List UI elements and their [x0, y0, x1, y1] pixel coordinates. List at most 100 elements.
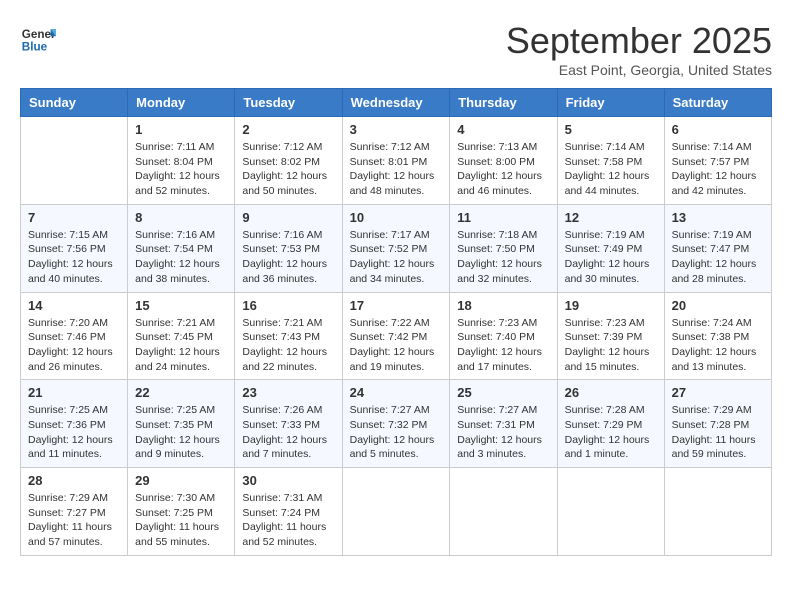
calendar-cell [450, 468, 557, 556]
day-info: Sunrise: 7:18 AM Sunset: 7:50 PM Dayligh… [457, 228, 549, 287]
calendar-week-row: 21 Sunrise: 7:25 AM Sunset: 7:36 PM Dayli… [21, 380, 772, 468]
day-number: 21 [28, 385, 120, 400]
day-number: 24 [350, 385, 443, 400]
day-number: 4 [457, 122, 549, 137]
day-number: 6 [672, 122, 764, 137]
day-number: 18 [457, 298, 549, 313]
day-info: Sunrise: 7:25 AM Sunset: 7:36 PM Dayligh… [28, 403, 120, 462]
day-info: Sunrise: 7:14 AM Sunset: 7:58 PM Dayligh… [565, 140, 657, 199]
day-number: 30 [242, 473, 334, 488]
month-title: September 2025 [506, 20, 772, 62]
day-info: Sunrise: 7:23 AM Sunset: 7:40 PM Dayligh… [457, 316, 549, 375]
day-number: 27 [672, 385, 764, 400]
day-info: Sunrise: 7:19 AM Sunset: 7:47 PM Dayligh… [672, 228, 764, 287]
calendar-week-row: 14 Sunrise: 7:20 AM Sunset: 7:46 PM Dayli… [21, 292, 772, 380]
calendar-cell: 22 Sunrise: 7:25 AM Sunset: 7:35 PM Dayli… [128, 380, 235, 468]
day-number: 14 [28, 298, 120, 313]
day-number: 12 [565, 210, 657, 225]
calendar-header-row: SundayMondayTuesdayWednesdayThursdayFrid… [21, 89, 772, 117]
calendar-cell: 12 Sunrise: 7:19 AM Sunset: 7:49 PM Dayli… [557, 204, 664, 292]
day-info: Sunrise: 7:12 AM Sunset: 8:01 PM Dayligh… [350, 140, 443, 199]
calendar-cell: 3 Sunrise: 7:12 AM Sunset: 8:01 PM Daylig… [342, 117, 450, 205]
day-info: Sunrise: 7:25 AM Sunset: 7:35 PM Dayligh… [135, 403, 227, 462]
calendar-cell: 4 Sunrise: 7:13 AM Sunset: 8:00 PM Daylig… [450, 117, 557, 205]
calendar-cell: 13 Sunrise: 7:19 AM Sunset: 7:47 PM Dayli… [664, 204, 771, 292]
column-header-monday: Monday [128, 89, 235, 117]
day-number: 1 [135, 122, 227, 137]
calendar-cell: 20Sunrise: 7:24 AM Sunset: 7:38 PM Dayli… [664, 292, 771, 380]
day-info: Sunrise: 7:16 AM Sunset: 7:54 PM Dayligh… [135, 228, 227, 287]
day-info: Sunrise: 7:27 AM Sunset: 7:31 PM Dayligh… [457, 403, 549, 462]
day-info: Sunrise: 7:22 AM Sunset: 7:42 PM Dayligh… [350, 316, 443, 375]
day-number: 3 [350, 122, 443, 137]
calendar-cell: 9Sunrise: 7:16 AM Sunset: 7:53 PM Daylig… [235, 204, 342, 292]
column-header-sunday: Sunday [21, 89, 128, 117]
day-number: 8 [135, 210, 227, 225]
calendar-cell: 16 Sunrise: 7:21 AM Sunset: 7:43 PM Dayli… [235, 292, 342, 380]
calendar-cell [21, 117, 128, 205]
calendar-table: SundayMondayTuesdayWednesdayThursdayFrid… [20, 88, 772, 556]
logo: General Blue [20, 20, 56, 56]
title-block: September 2025 East Point, Georgia, Unit… [506, 20, 772, 78]
column-header-tuesday: Tuesday [235, 89, 342, 117]
day-number: 5 [565, 122, 657, 137]
logo-icon: General Blue [20, 20, 56, 56]
day-info: Sunrise: 7:12 AM Sunset: 8:02 PM Dayligh… [242, 140, 334, 199]
calendar-week-row: 28 Sunrise: 7:29 AM Sunset: 7:27 PM Dayli… [21, 468, 772, 556]
day-info: Sunrise: 7:20 AM Sunset: 7:46 PM Dayligh… [28, 316, 120, 375]
day-number: 28 [28, 473, 120, 488]
calendar-cell: 19Sunrise: 7:23 AM Sunset: 7:39 PM Dayli… [557, 292, 664, 380]
day-info: Sunrise: 7:29 AM Sunset: 7:28 PM Dayligh… [672, 403, 764, 462]
calendar-week-row: 7 Sunrise: 7:15 AM Sunset: 7:56 PM Daylig… [21, 204, 772, 292]
day-info: Sunrise: 7:13 AM Sunset: 8:00 PM Dayligh… [457, 140, 549, 199]
day-info: Sunrise: 7:31 AM Sunset: 7:24 PM Dayligh… [242, 491, 334, 550]
day-info: Sunrise: 7:19 AM Sunset: 7:49 PM Dayligh… [565, 228, 657, 287]
day-info: Sunrise: 7:14 AM Sunset: 7:57 PM Dayligh… [672, 140, 764, 199]
day-number: 16 [242, 298, 334, 313]
page-header: General Blue September 2025 East Point, … [20, 20, 772, 78]
calendar-cell: 26 Sunrise: 7:28 AM Sunset: 7:29 PM Dayli… [557, 380, 664, 468]
svg-text:Blue: Blue [22, 41, 48, 54]
calendar-cell: 2 Sunrise: 7:12 AM Sunset: 8:02 PM Daylig… [235, 117, 342, 205]
calendar-cell [342, 468, 450, 556]
calendar-cell: 8 Sunrise: 7:16 AM Sunset: 7:54 PM Daylig… [128, 204, 235, 292]
calendar-cell: 5 Sunrise: 7:14 AM Sunset: 7:58 PM Daylig… [557, 117, 664, 205]
day-info: Sunrise: 7:29 AM Sunset: 7:27 PM Dayligh… [28, 491, 120, 550]
day-info: Sunrise: 7:15 AM Sunset: 7:56 PM Dayligh… [28, 228, 120, 287]
calendar-cell: 24 Sunrise: 7:27 AM Sunset: 7:32 PM Dayli… [342, 380, 450, 468]
calendar-cell [557, 468, 664, 556]
column-header-wednesday: Wednesday [342, 89, 450, 117]
calendar-cell: 18 Sunrise: 7:23 AM Sunset: 7:40 PM Dayli… [450, 292, 557, 380]
day-info: Sunrise: 7:11 AM Sunset: 8:04 PM Dayligh… [135, 140, 227, 199]
day-number: 22 [135, 385, 227, 400]
calendar-cell: 29 Sunrise: 7:30 AM Sunset: 7:25 PM Dayli… [128, 468, 235, 556]
calendar-week-row: 1 Sunrise: 7:11 AM Sunset: 8:04 PM Daylig… [21, 117, 772, 205]
calendar-cell: 14 Sunrise: 7:20 AM Sunset: 7:46 PM Dayli… [21, 292, 128, 380]
day-number: 23 [242, 385, 334, 400]
column-header-thursday: Thursday [450, 89, 557, 117]
location-subtitle: East Point, Georgia, United States [506, 62, 772, 78]
day-info: Sunrise: 7:27 AM Sunset: 7:32 PM Dayligh… [350, 403, 443, 462]
day-info: Sunrise: 7:30 AM Sunset: 7:25 PM Dayligh… [135, 491, 227, 550]
day-number: 20 [672, 298, 764, 313]
day-number: 29 [135, 473, 227, 488]
calendar-cell: 23Sunrise: 7:26 AM Sunset: 7:33 PM Dayli… [235, 380, 342, 468]
day-number: 19 [565, 298, 657, 313]
day-info: Sunrise: 7:21 AM Sunset: 7:43 PM Dayligh… [242, 316, 334, 375]
day-number: 25 [457, 385, 549, 400]
calendar-cell: 15 Sunrise: 7:21 AM Sunset: 7:45 PM Dayli… [128, 292, 235, 380]
calendar-cell: 7 Sunrise: 7:15 AM Sunset: 7:56 PM Daylig… [21, 204, 128, 292]
day-info: Sunrise: 7:28 AM Sunset: 7:29 PM Dayligh… [565, 403, 657, 462]
calendar-cell: 21 Sunrise: 7:25 AM Sunset: 7:36 PM Dayli… [21, 380, 128, 468]
day-number: 11 [457, 210, 549, 225]
day-number: 26 [565, 385, 657, 400]
day-number: 7 [28, 210, 120, 225]
calendar-cell: 25 Sunrise: 7:27 AM Sunset: 7:31 PM Dayli… [450, 380, 557, 468]
calendar-cell: 6 Sunrise: 7:14 AM Sunset: 7:57 PM Daylig… [664, 117, 771, 205]
day-number: 2 [242, 122, 334, 137]
day-number: 13 [672, 210, 764, 225]
day-number: 15 [135, 298, 227, 313]
day-info: Sunrise: 7:21 AM Sunset: 7:45 PM Dayligh… [135, 316, 227, 375]
day-number: 17 [350, 298, 443, 313]
calendar-cell: 10Sunrise: 7:17 AM Sunset: 7:52 PM Dayli… [342, 204, 450, 292]
